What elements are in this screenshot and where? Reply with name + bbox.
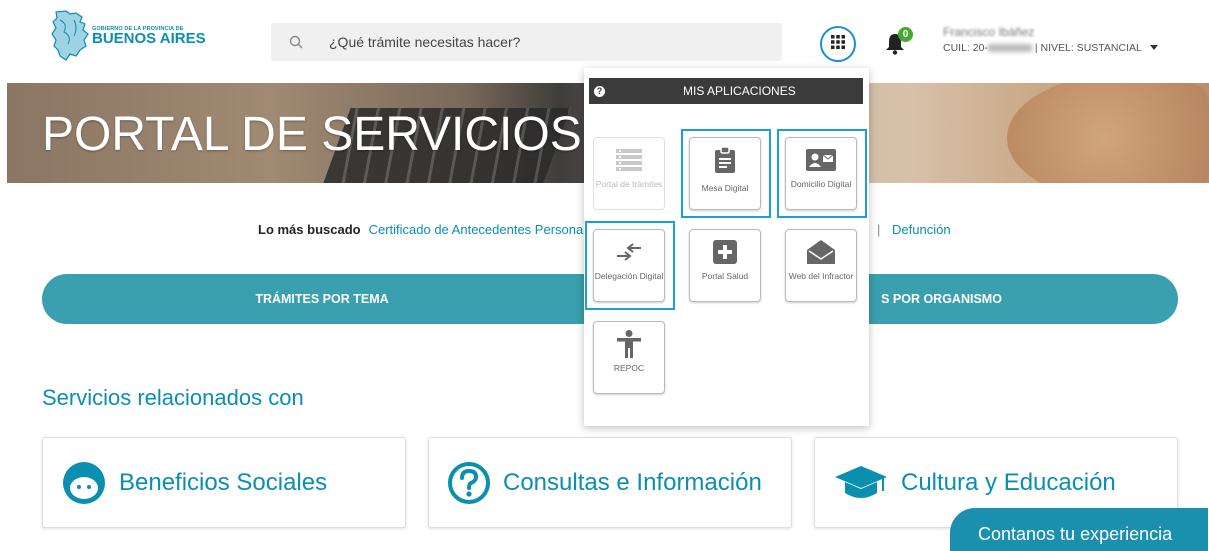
clipboard-icon [715, 147, 735, 173]
most-searched-link[interactable]: Certificado de Antecedentes Persona [369, 222, 584, 237]
app-web-del-infractor[interactable]: Web del Infractor [785, 229, 857, 302]
search-icon[interactable] [289, 35, 329, 49]
chevron-down-icon[interactable] [1150, 45, 1159, 50]
most-searched-link[interactable]: Defunción [892, 222, 951, 237]
most-searched-label: Lo más buscado [258, 222, 361, 237]
logo-title: BUENOS AIRES [92, 30, 206, 47]
most-searched-more: | Defunción [877, 222, 951, 237]
user-cuil-hidden [987, 44, 1032, 52]
app-label: Delegación Digital [594, 271, 664, 281]
card-label: Consultas e Información [503, 468, 762, 496]
apps-dropdown-title: MIS APLICACIONES [683, 84, 796, 98]
card-consultas-informacion[interactable]: Consultas e Información [428, 437, 792, 528]
arrows-exchange-icon [615, 239, 643, 265]
tramites-por-tema-label: TRÁMITES POR TEMA [255, 292, 389, 306]
envelope-open-icon [807, 239, 835, 265]
apps-dropdown: ? MIS APLICACIONES Portal de trámites Me… [584, 68, 869, 426]
apps-dropdown-header: ? MIS APLICACIONES [589, 78, 863, 104]
notifications-button[interactable]: 0 [884, 27, 914, 56]
app-mesa-digital[interactable]: Mesa Digital [689, 137, 761, 210]
site-logo[interactable]: GOBIERNO DE LA PROVINCIA DE BUENOS AIRES [50, 10, 206, 62]
card-label: Beneficios Sociales [119, 468, 328, 496]
app-label: Domicilio Digital [790, 179, 852, 189]
app-label: Portal Salud [701, 271, 749, 281]
search-bar[interactable] [271, 23, 782, 61]
apps-button[interactable] [820, 26, 856, 62]
list-icon [616, 147, 642, 173]
user-info: CUIL: 20- | NIVEL: SUSTANCIAL [943, 42, 1159, 54]
user-name: Francisco Ibáñez [943, 26, 1035, 39]
child-face-icon [61, 460, 107, 506]
app-label: REPOC [613, 363, 645, 373]
related-services-title: Servicios relacionados con [42, 385, 304, 410]
accessibility-icon [617, 330, 641, 358]
notification-count-badge: 0 [898, 27, 913, 42]
app-label: Portal de trámites [595, 179, 663, 189]
province-map-icon [50, 10, 90, 62]
app-portal-salud[interactable]: Portal Salud [689, 229, 761, 302]
app-label: Mesa Digital [701, 183, 749, 193]
page: PORTAL DE SERVICIOS GOBIERNO DE LA PROVI… [0, 0, 1209, 551]
app-label: Web del Infractor [788, 271, 854, 281]
grid-icon [831, 34, 845, 54]
user-menu[interactable]: Francisco Ibáñez CUIL: 20- | NIVEL: SUST… [943, 26, 1159, 54]
app-portal-tramites[interactable]: Portal de trámites [593, 137, 665, 210]
question-icon[interactable]: ? [594, 85, 605, 97]
graduation-cap-icon [833, 463, 889, 503]
feedback-label: Contanos tu experiencia [978, 524, 1173, 544]
plus-square-icon [713, 239, 737, 265]
app-repoc[interactable]: REPOC [593, 321, 665, 394]
user-level: | NIVEL: SUSTANCIAL [1034, 42, 1142, 54]
id-card-icon [806, 147, 836, 173]
feedback-button[interactable]: Contanos tu experiencia [950, 508, 1208, 551]
card-label: Cultura y Educación [901, 468, 1116, 496]
search-input[interactable] [329, 34, 749, 50]
app-domicilio-digital[interactable]: Domicilio Digital [785, 137, 857, 210]
most-searched: Lo más buscado Certificado de Antecedent… [258, 222, 583, 237]
hand-image [1007, 83, 1209, 183]
link-separator: | [877, 222, 881, 237]
tramites-por-tema-button[interactable]: TRÁMITES POR TEMA [42, 274, 602, 324]
user-cuil: CUIL: 20- [943, 42, 988, 54]
card-beneficios-sociales[interactable]: Beneficios Sociales [42, 437, 406, 528]
tramites-por-organismo-button[interactable]: S POR ORGANISMO [860, 274, 1178, 324]
page-title: PORTAL DE SERVICIOS [42, 108, 582, 161]
question-circle-icon [447, 461, 491, 505]
tramites-por-organismo-label: S POR ORGANISMO [881, 292, 1002, 306]
app-delegacion-digital[interactable]: Delegación Digital [593, 229, 665, 302]
